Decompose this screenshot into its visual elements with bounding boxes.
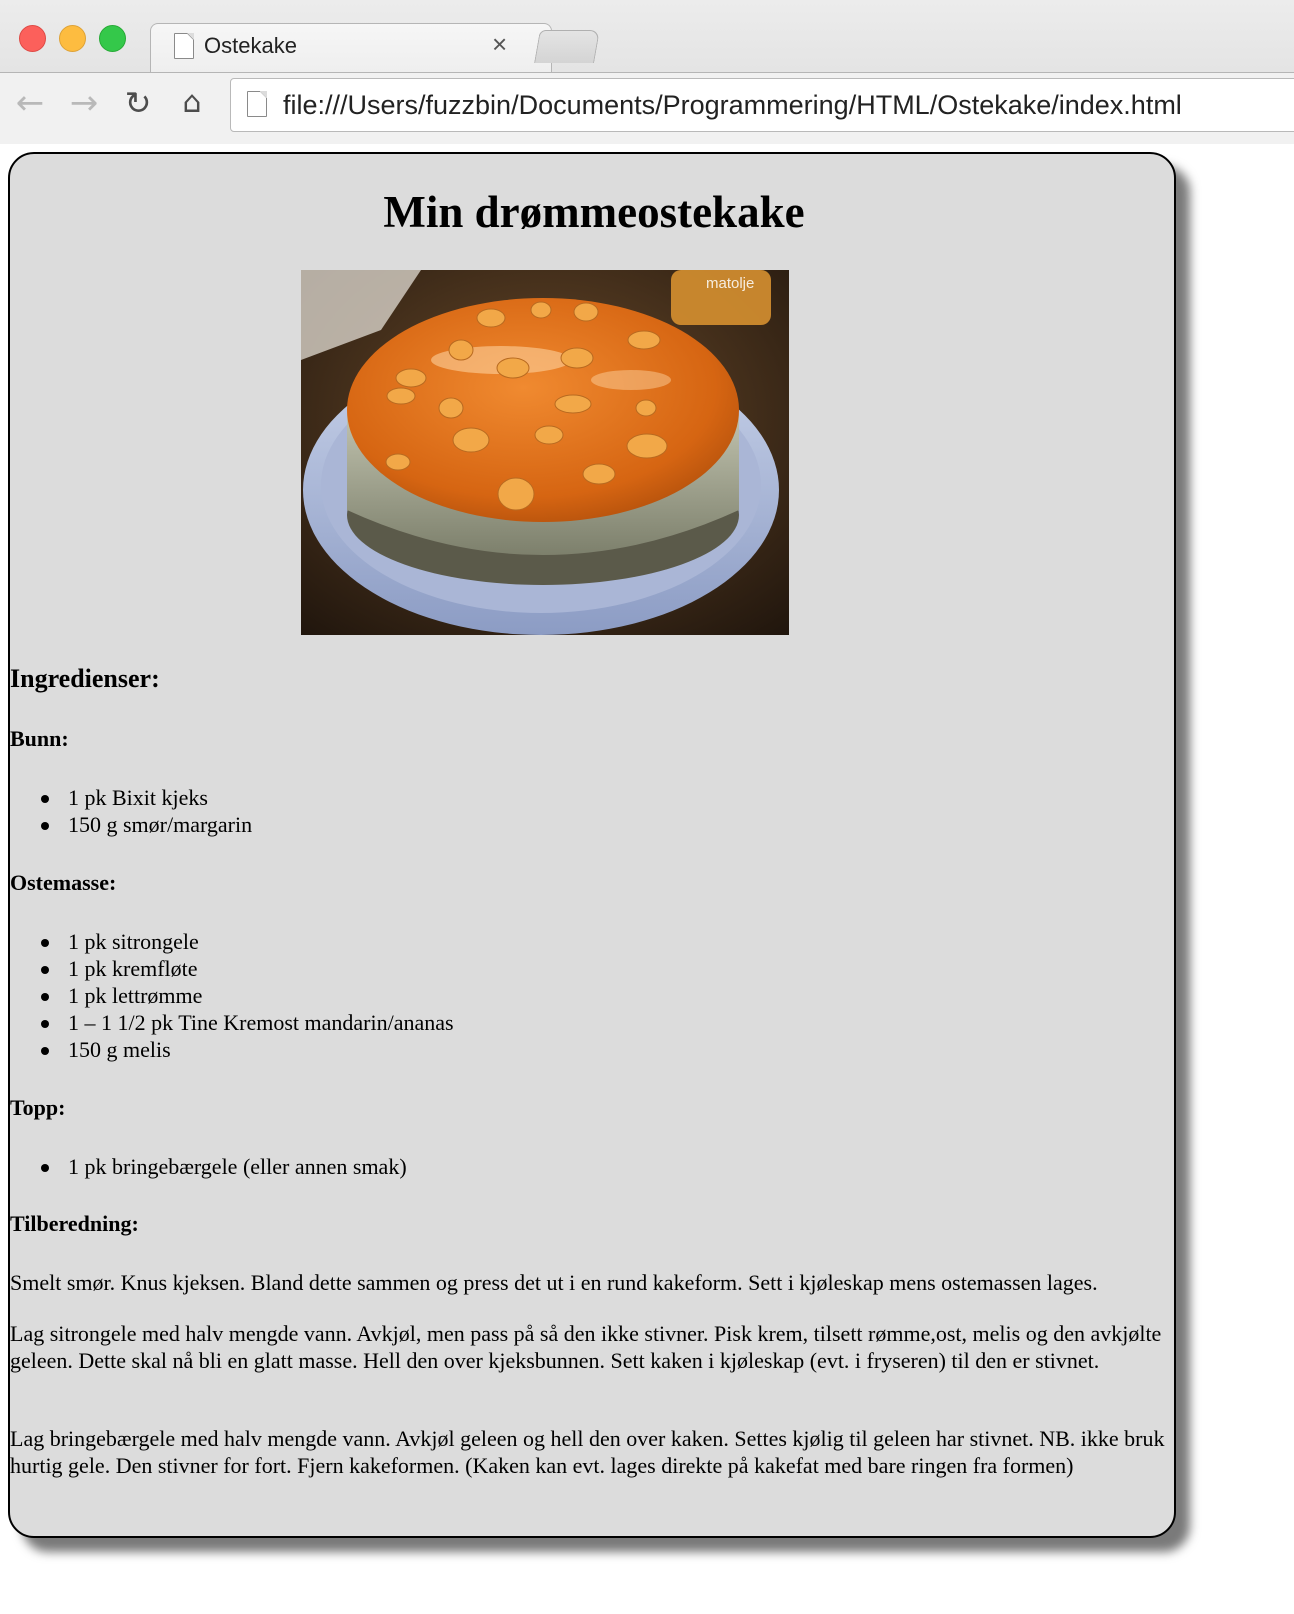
- document-icon: [174, 33, 194, 59]
- address-bar[interactable]: file:///Users/fuzzbin/Documents/Programm…: [230, 78, 1294, 132]
- bottle-label: matolje: [706, 275, 754, 292]
- browser-chrome: Ostekake × ← → ↻ ⌂ file:///Users/fuzzbin…: [0, 0, 1294, 144]
- preparation-step: Smelt smør. Knus kjeksen. Bland dette sa…: [10, 1270, 1098, 1295]
- document-icon: [247, 91, 267, 117]
- ingredient-list-topp: 1 pk bringebærgele (eller annen smak): [10, 1153, 407, 1180]
- close-icon[interactable]: ×: [492, 29, 507, 59]
- list-item: 150 g smør/margarin: [40, 812, 253, 837]
- list-item: 1 – 1 1/2 pk Tine Kremost mandarin/anana…: [41, 1010, 454, 1035]
- page-title: Min drømmeostekake: [383, 187, 805, 237]
- preparation-step: Lag bringebærgele med halv mengde vann. …: [10, 1426, 1165, 1478]
- back-arrow-icon[interactable]: ←: [12, 85, 48, 121]
- list-item: 1 pk sitrongele: [41, 928, 454, 955]
- close-window-button[interactable]: [19, 25, 46, 52]
- forward-arrow-icon[interactable]: →: [66, 85, 102, 121]
- section-heading-topp: Topp:: [10, 1095, 66, 1120]
- list-item: 1 pk bringebærgele (eller annen smak): [41, 1154, 407, 1179]
- tab-title: Ostekake: [204, 33, 297, 58]
- list-item: 1 pk kremfløte: [41, 955, 454, 982]
- ingredients-heading: Ingredienser:: [10, 664, 160, 693]
- tab-content: Ostekake ×: [172, 27, 542, 71]
- recipe-card: Min drømmeostekake matolje Ingredienser:…: [8, 152, 1176, 1538]
- reload-icon[interactable]: ↻: [120, 85, 156, 121]
- zoom-window-button[interactable]: [99, 25, 126, 52]
- preparation-step: Lag sitrongele med halv mengde vann. Avk…: [10, 1321, 1162, 1373]
- url-text[interactable]: file:///Users/fuzzbin/Documents/Programm…: [283, 90, 1182, 121]
- minimize-window-button[interactable]: [59, 25, 86, 52]
- page-viewport: Min drømmeostekake matolje Ingredienser:…: [0, 144, 1294, 1614]
- section-heading-bunn: Bunn:: [10, 726, 69, 751]
- section-heading-ostemasse: Ostemasse:: [10, 870, 117, 895]
- list-item: 1 pk Bixit kjeks: [40, 784, 252, 811]
- preparation-heading: Tilberedning:: [10, 1211, 139, 1236]
- ingredient-list-ostemasse: 1 pk sitrongele 1 pk kremfløte 1 pk lett…: [10, 928, 454, 1063]
- home-icon[interactable]: ⌂: [174, 85, 210, 121]
- list-item: 150 g melis: [41, 1036, 454, 1063]
- list-item: 1 pk lettrømme: [41, 982, 454, 1009]
- new-tab-button[interactable]: [534, 30, 600, 63]
- cheesecake-image: matolje: [301, 270, 789, 635]
- ingredient-list-bunn: 1 pk Bixit kjeks 150 g smør/margarin: [10, 784, 252, 838]
